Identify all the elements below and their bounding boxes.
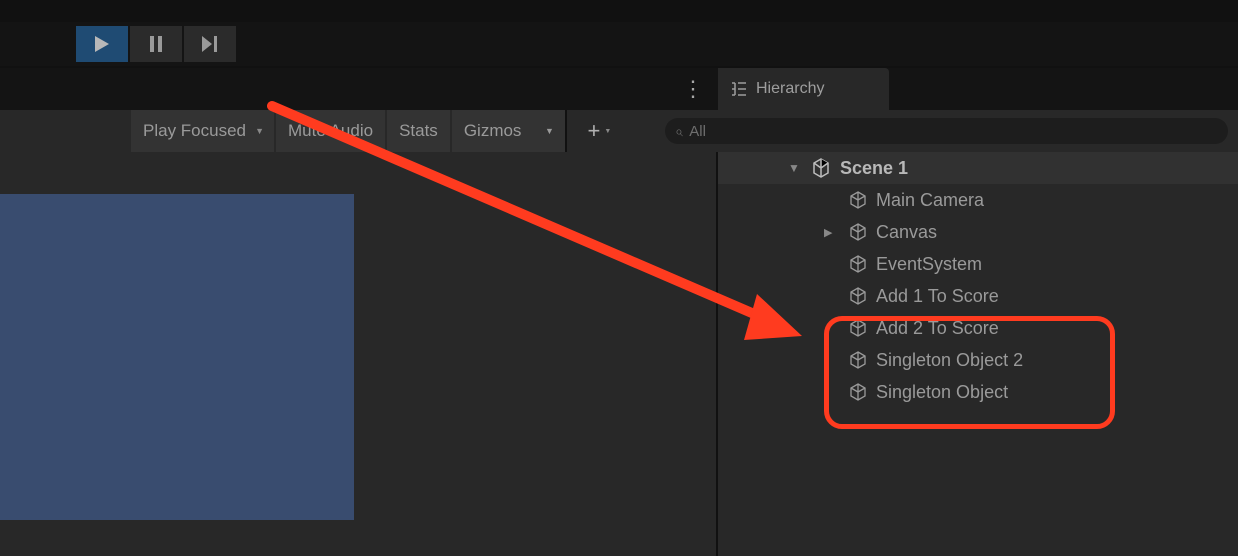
mute-audio-button[interactable]: Mute Audio [276,110,385,152]
gameobject-cube-icon [848,382,868,402]
gameobject-cube-icon [848,286,868,306]
hierarchy-item[interactable]: Main Camera [718,184,1238,216]
hierarchy-item-label: Add 1 To Score [876,286,999,307]
unity-logo-icon [810,157,832,179]
search-placeholder: All [689,123,706,140]
gizmos-dropdown-button[interactable]: ▼ [533,110,565,152]
foldout-right-icon[interactable]: ▶ [824,226,832,239]
tab-hierarchy-label: Hierarchy [756,80,824,98]
pause-button[interactable] [130,26,182,62]
hierarchy-item[interactable]: Singleton Object 2 [718,344,1238,376]
secondary-toolbar: Play Focused Mute Audio Stats Gizmos ▼ +… [0,110,1238,152]
gameobject-cube-icon [848,254,868,274]
hierarchy-toolbar: + ⌕ All [565,110,1238,152]
create-dropdown-button[interactable]: + [577,117,621,145]
hierarchy-item-label: Main Camera [876,190,984,211]
hierarchy-item[interactable]: Singleton Object [718,376,1238,408]
gizmos-button[interactable]: Gizmos [452,110,534,152]
hierarchy-item[interactable]: Add 2 To Score [718,312,1238,344]
hierarchy-item[interactable]: Add 1 To Score [718,280,1238,312]
gameobject-cube-icon [848,318,868,338]
hierarchy-item-label: Singleton Object 2 [876,350,1023,371]
foldout-down-icon[interactable]: ▼ [788,161,800,175]
hierarchy-item[interactable]: EventSystem [718,248,1238,280]
gameobject-cube-icon [848,350,868,370]
hierarchy-item-label: Singleton Object [876,382,1008,403]
hierarchy-item-label: EventSystem [876,254,982,275]
playback-toolbar [0,22,1238,66]
kebab-menu-icon[interactable]: ⋮ [682,76,704,102]
stats-button[interactable]: Stats [387,110,450,152]
hierarchy-search-input[interactable]: ⌕ All [665,118,1228,144]
game-viewport[interactable] [0,194,354,520]
tabs-row: ⋮ Hierarchy [0,68,1238,110]
play-focused-dropdown[interactable]: Play Focused [131,110,274,152]
tab-hierarchy[interactable]: Hierarchy [718,68,889,110]
hierarchy-item-label: Canvas [876,222,937,243]
hierarchy-item[interactable]: ▶ Canvas [718,216,1238,248]
scene-row[interactable]: ▼ Scene 1 [718,152,1238,184]
gameobject-cube-icon [848,190,868,210]
hierarchy-panel: ▼ Scene 1 Main Camera ▶ Canvas EventSyst… [718,152,1238,556]
search-icon: ⌕ [675,123,683,140]
play-button[interactable] [76,26,128,62]
hierarchy-icon [730,81,748,97]
gameobject-cube-icon [848,222,868,242]
game-view-panel [0,152,716,556]
scene-name: Scene 1 [840,158,908,179]
hierarchy-item-label: Add 2 To Score [876,318,999,339]
step-button[interactable] [184,26,236,62]
